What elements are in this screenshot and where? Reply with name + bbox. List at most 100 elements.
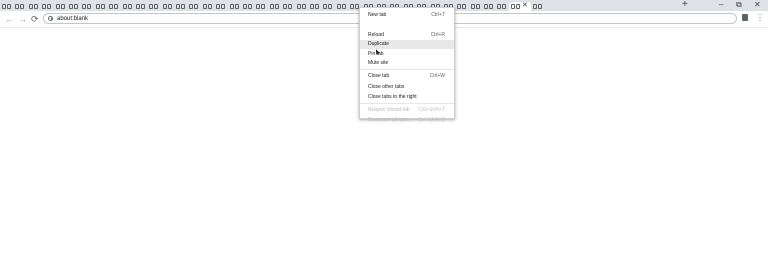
page-favicon-icon [15,4,20,9]
back-button[interactable]: ← [5,12,14,26]
page-favicon-icon [489,4,494,9]
page-favicon-icon [82,4,87,9]
browser-menu-button[interactable]: ⋮ [756,12,764,24]
page-favicon-icon [283,4,288,9]
page-favicon-icon [261,4,266,9]
tab[interactable] [308,2,321,11]
tab[interactable] [94,2,107,11]
tab[interactable] [161,2,174,11]
page-favicon-icon [301,4,306,9]
page-favicon-icon [167,4,172,9]
tab[interactable] [281,2,294,11]
menu-separator [360,69,454,70]
tab[interactable] [67,2,80,11]
page-favicon-icon [234,4,239,9]
tab[interactable] [254,2,267,11]
page-favicon-icon [274,4,279,9]
url-text[interactable]: about:blank [57,15,88,23]
page-favicon-icon [7,4,11,9]
page-favicon-icon [288,4,293,9]
page-favicon-icon [221,4,226,9]
tab[interactable] [335,2,348,11]
tab-close-button[interactable]: ✕ [522,2,528,10]
page-favicon-icon [127,4,132,9]
tab[interactable] [321,2,334,11]
tab[interactable] [455,2,468,11]
page-favicon-icon [114,4,119,9]
tab[interactable] [495,2,508,11]
page-favicon-icon [68,4,73,9]
maximize-button[interactable]: ⧉ [736,0,742,11]
menu-item-label: Close other tabs [368,84,405,90]
tab[interactable] [187,2,200,11]
tab[interactable] [295,2,308,11]
menu-item[interactable]: Duplicate [360,40,454,49]
menu-item[interactable]: Reload Ctrl+R [360,31,454,40]
tab[interactable] [107,2,120,11]
tab[interactable] [0,2,13,11]
page-favicon-icon [109,4,114,9]
new-tab-button[interactable]: + [682,0,688,11]
menu-item-shortcut: Ctrl+Shift+D [417,117,445,123]
page-favicon-icon [314,4,319,9]
menu-item[interactable]: Close tab Ctrl+W [360,72,454,81]
menu-separator [360,103,454,104]
menu-item: Bookmark all tabs… Ctrl+Shift+D [360,116,454,125]
tab[interactable] [214,2,227,11]
menu-item-shortcut: Ctrl+Shift+T [418,107,445,113]
page-favicon-icon [42,4,47,9]
menu-item[interactable]: Close tabs to the right [360,93,454,102]
page-favicon-icon [229,4,234,9]
page-favicon-icon [537,4,542,9]
tab[interactable] [241,2,254,11]
page-favicon-icon [28,4,33,9]
minimize-button[interactable]: – [719,0,723,11]
page-favicon-icon [87,4,92,9]
tab[interactable] [13,2,26,11]
page-favicon-icon [269,4,274,9]
page-favicon-icon [296,4,301,9]
page-favicon-icon [457,4,462,9]
window-close-button[interactable]: ✕ [754,0,761,11]
tab[interactable] [174,2,187,11]
tab[interactable] [40,2,53,11]
page-favicon-icon [502,4,507,9]
tab[interactable] [268,2,281,11]
page-favicon-icon [181,4,186,9]
menu-item[interactable]: Mute site [360,59,454,68]
tab[interactable] [482,2,495,11]
tab[interactable] [121,2,134,11]
page-favicon-icon [47,4,52,9]
reload-button[interactable]: ⟳ [31,12,39,26]
page-favicon-icon [350,4,355,9]
menu-item[interactable]: New tab Ctrl+T [360,11,454,20]
info-icon[interactable] [48,16,53,21]
menu-item-label: Reopen closed tab [368,107,410,113]
tab[interactable] [147,2,160,11]
tab-active[interactable]: ✕ [508,2,531,11]
tab[interactable] [201,2,214,11]
page-favicon-icon [216,4,221,9]
menu-item-shortcut: Ctrl+R [430,32,445,38]
tab[interactable] [228,2,241,11]
page-favicon-icon [2,4,6,9]
tab[interactable] [80,2,93,11]
page-favicon-icon [149,4,154,9]
page-favicon-icon [510,4,515,9]
menu-item-shortcut: Ctrl+W [429,73,445,79]
page-favicon-icon [341,4,346,9]
tab[interactable] [531,2,544,11]
page-favicon-icon [194,4,199,9]
tab[interactable] [134,2,147,11]
page-favicon-icon [256,4,261,9]
tab[interactable] [54,2,67,11]
profile-icon[interactable] [742,14,748,21]
forward-button[interactable]: → [18,12,27,26]
page-favicon-icon [162,4,167,9]
menu-item-shortcut: Ctrl+T [431,12,445,18]
tab[interactable] [27,2,40,11]
menu-item[interactable]: Close other tabs [360,83,454,92]
page-favicon-icon [309,4,314,9]
page-favicon-icon [73,4,78,9]
tab[interactable] [469,2,482,11]
